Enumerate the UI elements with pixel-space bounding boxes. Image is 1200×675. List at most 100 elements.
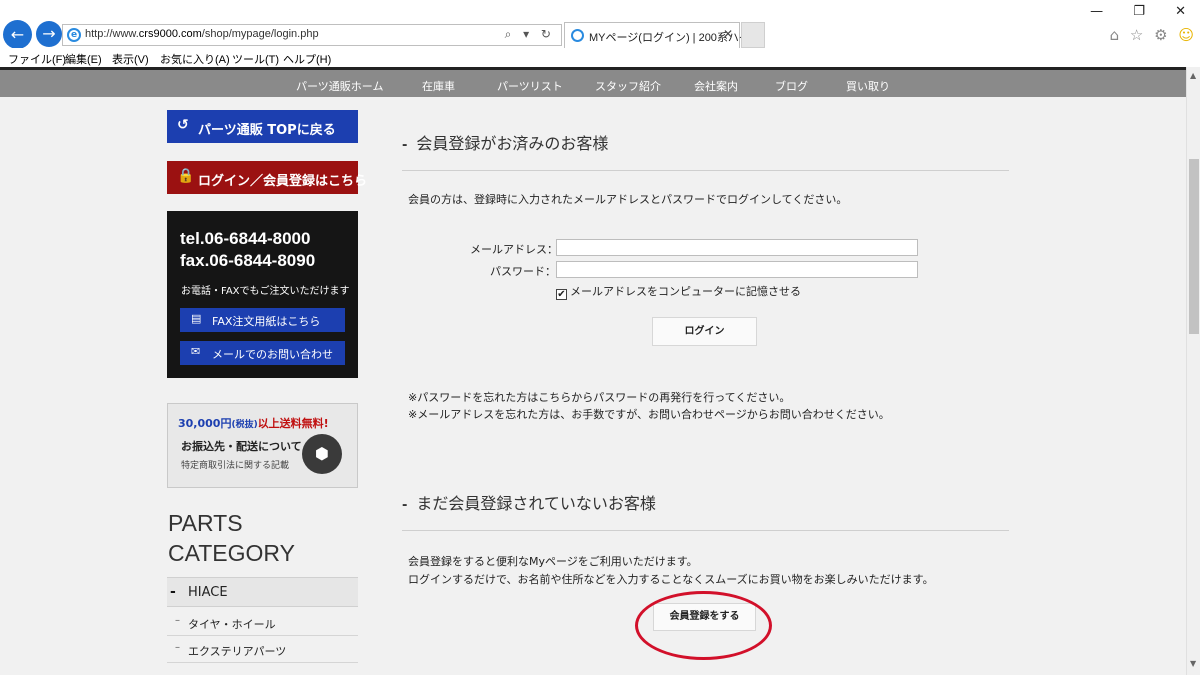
contact-box: tel.06-6844-8000 fax.06-6844-8090 お電話・FA… — [167, 211, 358, 378]
divider — [402, 170, 1009, 171]
fax-order-form-button[interactable]: ▤ FAX注文用紙はこちら — [180, 308, 345, 332]
order-note: お電話・FAXでもご注文いただけます — [181, 286, 350, 297]
email-field[interactable] — [556, 239, 918, 256]
members-heading: - 会員登録がお済みのお客様 — [402, 134, 609, 153]
lock-icon: 🔒 — [177, 168, 195, 184]
vertical-scrollbar[interactable]: ▲ ▼ — [1186, 67, 1200, 675]
fax-form-label: FAX注文用紙はこちら — [212, 315, 321, 328]
nav-blog[interactable]: ブログ — [775, 78, 808, 94]
new-customer-heading-text: まだ会員登録されていないお客様 — [416, 494, 656, 513]
new-customer-intro-1: 会員登録をすると便利なMyページをご利用いただけます。 — [408, 555, 698, 568]
dash-marker: - — [170, 584, 176, 600]
menu-favorites[interactable]: お気に入り(A) — [160, 51, 230, 67]
remember-email-row: ✔ メールアドレスをコンピューターに記憶させる — [556, 283, 801, 300]
login-register-button[interactable]: 🔒 ログイン／会員登録はこちら — [167, 161, 367, 194]
url-host: crs9000.com — [138, 28, 202, 40]
new-customer-heading: - まだ会員登録されていないお客様 — [402, 494, 656, 513]
search-refresh-icons[interactable]: ⌕ ▾ ↻ — [505, 27, 555, 42]
close-icon[interactable]: ✕ — [723, 27, 733, 41]
smiley-feedback-icon[interactable]: ☺ — [1178, 26, 1194, 44]
shipping-info-title: お振込先・配送について — [181, 440, 302, 453]
new-customer-intro-2: ログインするだけで、お名前や住所などを入力することなくスムーズにお買い物をお楽し… — [408, 573, 934, 586]
menu-help[interactable]: ヘルプ(H) — [283, 51, 331, 67]
forgot-email-note: ※メールアドレスを忘れた方は、お手数ですが、お問い合わせページからお問い合わせく… — [408, 408, 890, 421]
page-content: パーツ通販ホーム 在庫車 パーツリスト スタッフ紹介 会社案内 ブログ 買い取り… — [0, 67, 1186, 675]
nav-staff[interactable]: スタッフ紹介 — [595, 78, 661, 94]
subcategory-tires-wheels[interactable]: – タイヤ・ホイール — [167, 610, 358, 636]
new-tab-button[interactable] — [741, 22, 765, 48]
site-top-nav: パーツ通販ホーム 在庫車 パーツリスト スタッフ紹介 会社案内 ブログ 買い取り — [0, 67, 1186, 97]
password-field[interactable] — [556, 261, 918, 278]
password-label: パスワード： — [490, 265, 556, 278]
nav-parts-home[interactable]: パーツ通販ホーム — [296, 78, 383, 94]
nav-stock-cars[interactable]: 在庫車 — [422, 78, 455, 94]
forgot-password-note: ※パスワードを忘れた方はこちらからパスワードの再発行を行ってください。 — [408, 391, 791, 404]
login-register-label: ログイン／会員登録はこちら — [198, 174, 368, 189]
minimize-icon[interactable]: — — [1090, 4, 1103, 19]
menu-view[interactable]: 表示(V) — [112, 51, 149, 67]
restore-icon[interactable]: ❐ — [1133, 4, 1145, 19]
category-hiace-label: HIACE — [188, 585, 228, 600]
parts-top-button[interactable]: ↺ パーツ通販 TOPに戻る — [167, 110, 358, 143]
category-heading-line-2: CATEGORY — [168, 540, 295, 566]
category-hiace[interactable]: - HIACE — [167, 577, 358, 607]
parts-top-label: パーツ通販 TOPに戻る — [198, 123, 336, 138]
members-intro-text: 会員の方は、登録時に入力されたメールアドレスとパスワードでログインしてください。 — [408, 193, 848, 206]
remember-email-checkbox[interactable]: ✔ — [556, 289, 567, 300]
phone-number: tel.06-6844-8000 — [180, 229, 311, 248]
login-button[interactable]: ログイン — [652, 317, 757, 346]
subcategory-exterior-parts[interactable]: – エクステリアパーツ — [167, 637, 358, 663]
ie-logo-icon — [571, 29, 584, 42]
mail-inquiry-label: メールでのお問い合わせ — [212, 348, 333, 361]
dash-marker: – — [175, 615, 180, 626]
favorites-star-icon[interactable]: ☆ — [1130, 26, 1143, 44]
gear-icon[interactable]: ⚙ — [1154, 26, 1167, 44]
ie-logo-icon: e — [67, 28, 81, 42]
delivery-box-icon: ⬢ — [302, 434, 342, 474]
home-icon[interactable]: ⌂ — [1110, 26, 1120, 44]
url-path: /shop/mypage/login.php — [201, 28, 319, 40]
divider — [402, 530, 1009, 531]
shipping-info-subtitle: 特定商取引法に関する記載 — [181, 461, 290, 471]
nav-parts-list[interactable]: パーツリスト — [497, 78, 563, 94]
browser-chrome: ← → e http://www.crs9000.com/shop/mypage… — [0, 0, 1200, 49]
menu-edit[interactable]: 編集(E) — [65, 51, 102, 67]
scroll-up-icon[interactable]: ▲ — [1190, 71, 1196, 80]
free-ship-amount: 30,000円 — [178, 417, 232, 430]
forward-arrow-icon[interactable]: → — [36, 21, 62, 47]
menu-bar: ファイル(F) 編集(E) 表示(V) お気に入り(A) ツール(T) ヘルプ(… — [0, 48, 1200, 66]
nav-buyback[interactable]: 買い取り — [846, 78, 890, 94]
mail-icon: ✉ — [191, 345, 201, 358]
dash-marker: – — [175, 642, 180, 653]
subcategory-label: タイヤ・ホイール — [188, 618, 276, 631]
url-prefix: http://www. — [85, 28, 139, 40]
browser-tools: ⌂ ☆ ⚙ ☺ — [1104, 26, 1194, 44]
mail-inquiry-button[interactable]: ✉ メールでのお問い合わせ — [180, 341, 345, 365]
return-arrow-icon: ↺ — [177, 117, 189, 133]
parts-category-heading: PARTS CATEGORY — [168, 508, 295, 568]
back-arrow-icon[interactable]: ← — [3, 20, 32, 49]
members-heading-text: 会員登録がお済みのお客様 — [416, 134, 609, 153]
subcategory-label: エクステリアパーツ — [188, 645, 287, 658]
scroll-thumb[interactable] — [1189, 159, 1199, 334]
category-heading-line-1: PARTS — [168, 510, 243, 536]
menu-tools[interactable]: ツール(T) — [232, 51, 279, 67]
close-window-icon[interactable]: ✕ — [1175, 4, 1186, 19]
tab-title: MYページ(ログイン) | 200系ハイ... — [589, 32, 759, 44]
tab-mypage-login[interactable]: MYページ(ログイン) | 200系ハイ... ✕ — [564, 22, 759, 48]
free-shipping-text: 30,000円(税抜)以上送料無料! — [178, 415, 329, 431]
fax-number: fax.06-6844-8090 — [180, 251, 316, 270]
nav-company[interactable]: 会社案内 — [694, 78, 738, 94]
scroll-down-icon[interactable]: ▼ — [1190, 659, 1196, 668]
address-bar[interactable]: e http://www.crs9000.com/shop/mypage/log… — [62, 24, 562, 46]
email-label: メールアドレス： — [470, 243, 558, 256]
remember-email-label: メールアドレスをコンピューターに記憶させる — [570, 285, 801, 298]
menu-file[interactable]: ファイル(F) — [8, 51, 66, 67]
window-controls: — ❐ ✕ — [1064, 4, 1186, 19]
document-icon: ▤ — [191, 312, 202, 325]
address-url[interactable]: http://www.crs9000.com/shop/mypage/login… — [85, 28, 319, 40]
free-ship-rest: 以上送料無料! — [257, 417, 329, 430]
free-ship-tax: (税抜) — [231, 420, 258, 430]
red-circle-annotation — [635, 591, 772, 660]
shipping-info-banner[interactable]: 30,000円(税抜)以上送料無料! お振込先・配送について 特定商取引法に関す… — [167, 403, 358, 488]
